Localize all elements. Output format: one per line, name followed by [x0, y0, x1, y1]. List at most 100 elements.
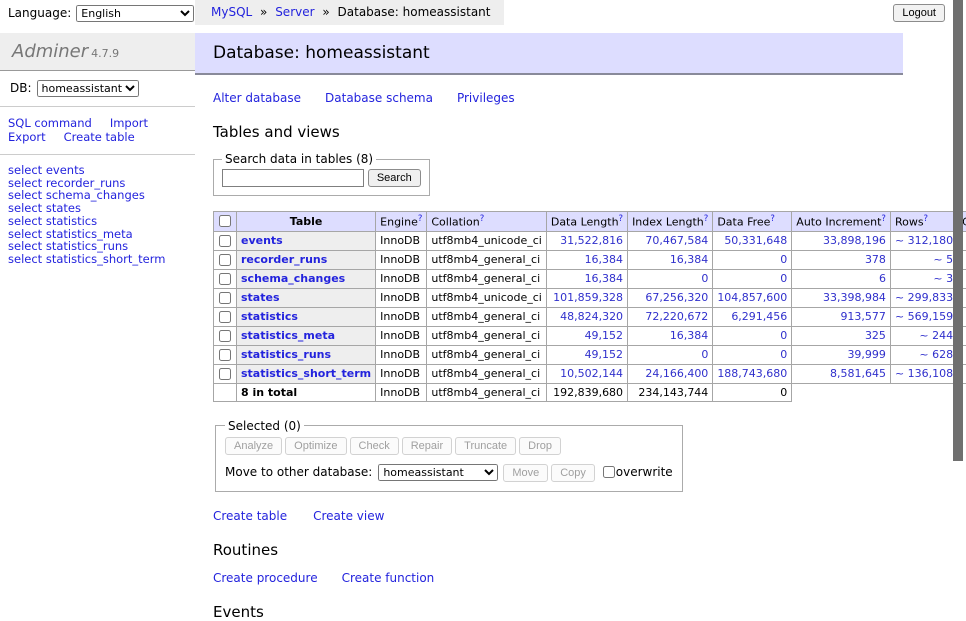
cell-auto-increment[interactable]: 325	[792, 326, 891, 345]
help-icon[interactable]: ?	[770, 214, 775, 224]
help-icon[interactable]: ?	[881, 214, 886, 224]
cell-rows[interactable]: ~ 3	[890, 269, 957, 288]
help-icon[interactable]: ?	[704, 214, 709, 224]
cell-index-length[interactable]: 0	[628, 345, 713, 364]
sidebar-link-create-table[interactable]: Create table	[64, 130, 135, 144]
breadcrumb-link-server[interactable]: Server	[275, 5, 314, 19]
cell-data-length[interactable]: 49,152	[546, 326, 627, 345]
cell-index-length[interactable]: 24,166,400	[628, 364, 713, 383]
routine-link-create-function[interactable]: Create function	[342, 571, 435, 585]
drop-button[interactable]: Drop	[519, 437, 561, 455]
select-all-checkbox[interactable]	[219, 215, 231, 227]
table-link-schema-changes[interactable]: schema_changes	[241, 272, 345, 285]
cell-data-free[interactable]: 0	[713, 250, 792, 269]
cell-auto-increment[interactable]: 913,577	[792, 307, 891, 326]
cell-data-length[interactable]: 49,152	[546, 345, 627, 364]
cell-rows[interactable]: ~ 244	[890, 326, 957, 345]
sidebar-select-events[interactable]: select events	[8, 164, 187, 177]
sidebar-select-states[interactable]: select states	[8, 202, 187, 215]
help-icon[interactable]: ?	[418, 214, 423, 224]
total-collation: utf8mb4_general_ci	[427, 383, 546, 401]
optimize-button[interactable]: Optimize	[285, 437, 346, 455]
cell-rows[interactable]: ~ 136,108	[890, 364, 957, 383]
table-row-statistics-runs: statistics_runsInnoDButf8mb4_general_ci4…	[214, 345, 966, 364]
help-icon[interactable]: ?	[480, 214, 485, 224]
db-link-database-schema[interactable]: Database schema	[325, 91, 433, 105]
row-checkbox-events[interactable]	[219, 235, 231, 247]
search-input[interactable]	[222, 169, 364, 187]
table-link-statistics-short-term[interactable]: statistics_short_term	[241, 367, 371, 380]
cell-data-free[interactable]: 0	[713, 326, 792, 345]
cell-data-free[interactable]: 0	[713, 345, 792, 364]
search-button[interactable]: Search	[368, 169, 421, 187]
cell-data-length[interactable]: 101,859,328	[546, 288, 627, 307]
help-icon[interactable]: ?	[924, 214, 929, 224]
cell-auto-increment[interactable]: 33,898,196	[792, 231, 891, 250]
cell-data-free[interactable]: 6,291,456	[713, 307, 792, 326]
language-select[interactable]: English	[76, 5, 194, 22]
create-link-create-table[interactable]: Create table	[213, 509, 287, 523]
cell-index-length[interactable]: 72,220,672	[628, 307, 713, 326]
cell-index-length[interactable]: 16,384	[628, 250, 713, 269]
move-button[interactable]: Move	[503, 464, 548, 482]
analyze-button[interactable]: Analyze	[225, 437, 282, 455]
cell-auto-increment[interactable]: 39,999	[792, 345, 891, 364]
routine-link-create-procedure[interactable]: Create procedure	[213, 571, 318, 585]
cell-data-length[interactable]: 16,384	[546, 250, 627, 269]
help-icon[interactable]: ?	[619, 214, 624, 224]
cell-auto-increment[interactable]: 33,398,984	[792, 288, 891, 307]
breadcrumb-link-mysql[interactable]: MySQL	[211, 5, 252, 19]
sidebar-select-statistics[interactable]: select statistics	[8, 215, 187, 228]
table-link-recorder-runs[interactable]: recorder_runs	[241, 253, 327, 266]
cell-data-free[interactable]: 0	[713, 269, 792, 288]
cell-data-free[interactable]: 104,857,600	[713, 288, 792, 307]
row-checkbox-statistics[interactable]	[219, 311, 231, 323]
cell-auto-increment[interactable]: 8,581,645	[792, 364, 891, 383]
truncate-button[interactable]: Truncate	[455, 437, 516, 455]
row-checkbox-recorder-runs[interactable]	[219, 254, 231, 266]
cell-rows[interactable]: ~ 569,159	[890, 307, 957, 326]
db-link-privileges[interactable]: Privileges	[457, 91, 515, 105]
cell-index-length[interactable]: 70,467,584	[628, 231, 713, 250]
table-link-states[interactable]: states	[241, 291, 280, 304]
sidebar-link-sql-command[interactable]: SQL command	[8, 116, 92, 130]
cell-rows[interactable]: ~ 5	[890, 250, 957, 269]
sidebar-select-statistics-short-term[interactable]: select statistics_short_term	[8, 253, 187, 266]
move-db-select[interactable]: homeassistant	[378, 464, 498, 481]
table-link-statistics-meta[interactable]: statistics_meta	[241, 329, 335, 342]
row-checkbox-statistics-short-term[interactable]	[219, 368, 231, 380]
table-link-statistics-runs[interactable]: statistics_runs	[241, 348, 331, 361]
db-select[interactable]: homeassistant	[37, 80, 139, 97]
cell-index-length[interactable]: 0	[628, 269, 713, 288]
selected-actions: AnalyzeOptimizeCheckRepairTruncateDrop	[225, 437, 673, 455]
cell-data-length[interactable]: 10,502,144	[546, 364, 627, 383]
create-link-create-view[interactable]: Create view	[313, 509, 384, 523]
overwrite-checkbox[interactable]	[603, 466, 615, 478]
cell-rows[interactable]: ~ 299,833	[890, 288, 957, 307]
check-button[interactable]: Check	[350, 437, 399, 455]
cell-rows[interactable]: ~ 628	[890, 345, 957, 364]
cell-data-length[interactable]: 16,384	[546, 269, 627, 288]
repair-button[interactable]: Repair	[402, 437, 452, 455]
cell-index-length[interactable]: 16,384	[628, 326, 713, 345]
cell-auto-increment[interactable]: 378	[792, 250, 891, 269]
row-checkbox-statistics-meta[interactable]	[219, 330, 231, 342]
sidebar-link-export[interactable]: Export	[8, 130, 46, 144]
row-checkbox-schema-changes[interactable]	[219, 273, 231, 285]
sidebar-link-import[interactable]: Import	[110, 116, 148, 130]
cell-data-length[interactable]: 31,522,816	[546, 231, 627, 250]
logout-button[interactable]: Logout	[893, 4, 945, 22]
cell-rows[interactable]: ~ 312,180	[890, 231, 957, 250]
cell-data-free[interactable]: 188,743,680	[713, 364, 792, 383]
cell-data-free[interactable]: 50,331,648	[713, 231, 792, 250]
vertical-scrollbar[interactable]	[953, 0, 963, 461]
copy-button[interactable]: Copy	[551, 464, 595, 482]
cell-auto-increment[interactable]: 6	[792, 269, 891, 288]
table-link-statistics[interactable]: statistics	[241, 310, 298, 323]
cell-data-length[interactable]: 48,824,320	[546, 307, 627, 326]
db-link-alter-database[interactable]: Alter database	[213, 91, 301, 105]
table-link-events[interactable]: events	[241, 234, 283, 247]
cell-index-length[interactable]: 67,256,320	[628, 288, 713, 307]
row-checkbox-statistics-runs[interactable]	[219, 349, 231, 361]
row-checkbox-states[interactable]	[219, 292, 231, 304]
